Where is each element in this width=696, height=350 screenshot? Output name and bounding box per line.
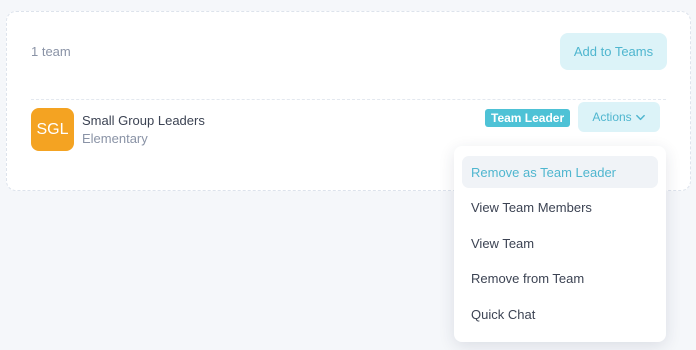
team-subtitle: Elementary <box>82 131 148 146</box>
menu-item-remove-from-team[interactable]: Remove from Team <box>462 263 658 295</box>
team-name: Small Group Leaders <box>82 113 205 128</box>
actions-button-label: Actions <box>592 110 632 124</box>
divider <box>31 99 666 100</box>
team-count: 1 team <box>31 44 71 59</box>
actions-button[interactable]: Actions <box>578 102 660 132</box>
menu-item-remove-as-team-leader[interactable]: Remove as Team Leader <box>462 156 658 188</box>
menu-item-quick-chat[interactable]: Quick Chat <box>462 298 658 330</box>
menu-item-view-team[interactable]: View Team <box>462 227 658 259</box>
menu-item-view-team-members[interactable]: View Team Members <box>462 192 658 224</box>
chevron-down-icon <box>635 114 645 120</box>
add-to-teams-button[interactable]: Add to Teams <box>560 33 667 70</box>
team-leader-badge: Team Leader <box>485 109 571 127</box>
team-avatar: SGL <box>31 108 74 151</box>
actions-menu: Remove as Team Leader View Team Members … <box>454 146 666 342</box>
team-avatar-initials: SGL <box>36 120 69 138</box>
